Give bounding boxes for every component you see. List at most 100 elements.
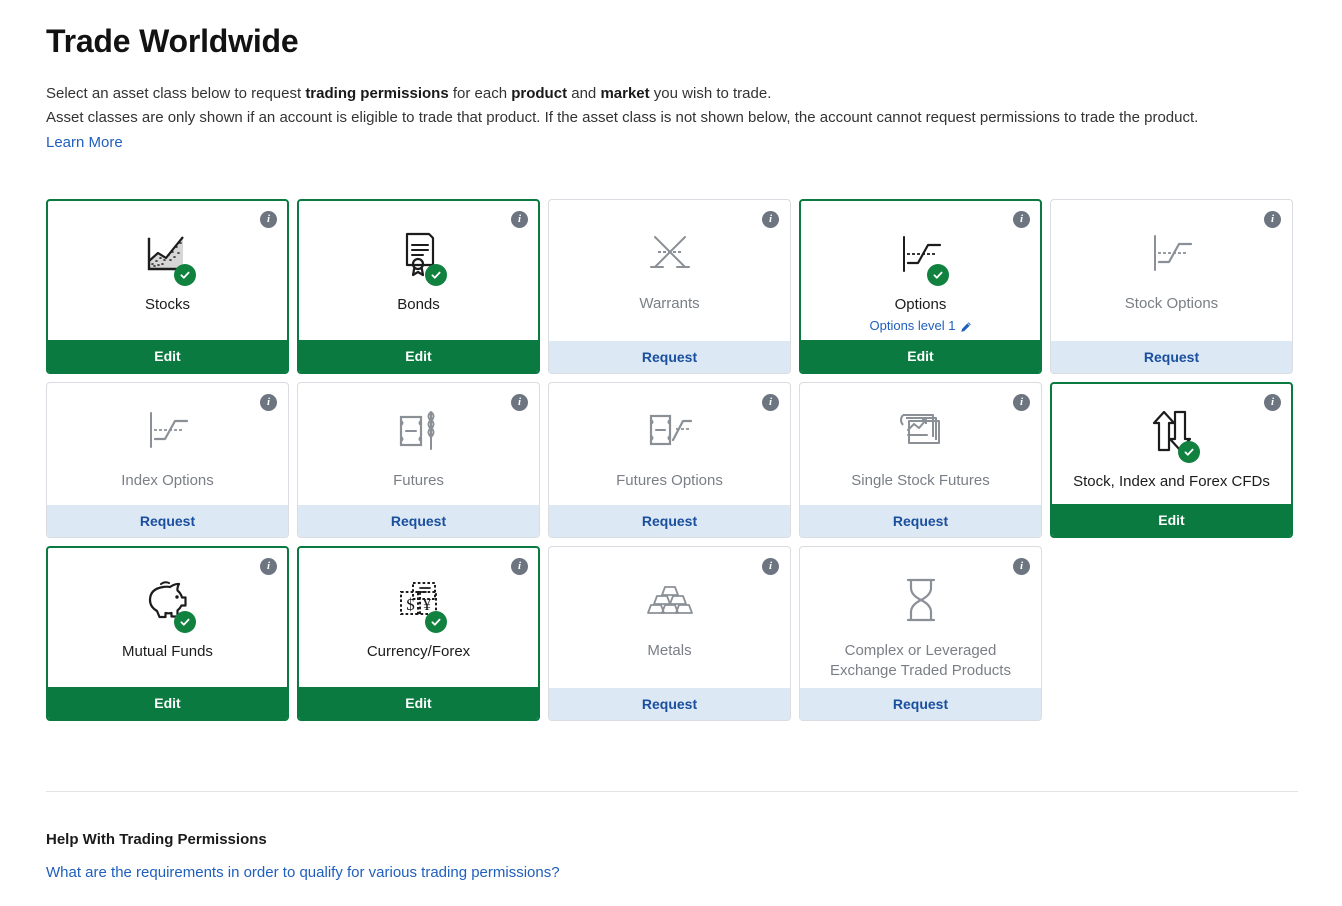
info-icon[interactable]: i xyxy=(511,211,528,229)
card-body: i Stock, Index and Forex CFDs xyxy=(1052,384,1291,504)
permission-granted-check-icon xyxy=(173,611,196,634)
request-button[interactable]: Request xyxy=(298,505,539,538)
card-label: Warrants xyxy=(639,295,700,313)
asset-class-row: i Stocks Edit i Bonds Edit i Warrants Re… xyxy=(46,199,1298,375)
info-icon[interactable]: i xyxy=(260,558,277,576)
info-icon[interactable]: i xyxy=(1013,394,1030,412)
intro-emphasis: product xyxy=(511,85,568,103)
card-body: i Futures xyxy=(298,383,539,505)
request-button[interactable]: Request xyxy=(549,505,790,538)
svg-text:$: $ xyxy=(406,595,415,614)
card-label: Complex or Leveraged Exchange Traded Pro… xyxy=(830,642,1011,680)
card-label: Options xyxy=(894,296,947,314)
learn-more-link[interactable]: Learn More xyxy=(46,131,123,155)
asset-class-card[interactable]: i Futures Options Request xyxy=(548,382,791,539)
asset-class-card[interactable]: i Stock, Index and Forex CFDs Edit xyxy=(1050,382,1293,539)
info-icon[interactable]: i xyxy=(1013,211,1030,229)
info-icon[interactable]: i xyxy=(260,211,277,229)
asset-class-card[interactable]: i $ ¥ Currency/Forex Edit xyxy=(297,546,540,722)
card-body: i Stock Options xyxy=(1051,200,1292,341)
asset-class-card[interactable]: i Futures Request xyxy=(297,382,540,539)
request-button[interactable]: Request xyxy=(800,688,1041,721)
info-icon[interactable]: i xyxy=(511,394,528,412)
banknotes-icon: $ ¥ xyxy=(390,576,448,634)
arrows-updown-icon xyxy=(1143,406,1201,464)
permission-granted-check-icon xyxy=(424,611,447,634)
card-body: i $ ¥ Currency/Forex xyxy=(299,548,538,687)
edit-button[interactable]: Edit xyxy=(48,687,287,720)
info-icon[interactable]: i xyxy=(511,558,528,576)
card-body: i Index Options xyxy=(47,383,288,505)
pencil-edit-icon[interactable] xyxy=(960,320,972,333)
help-title: Help With Trading Permissions xyxy=(46,831,267,849)
card-label: Index Options xyxy=(121,472,214,490)
asset-class-card[interactable]: i Bonds Edit xyxy=(297,199,540,375)
permission-granted-check-icon xyxy=(173,264,196,287)
card-label: Currency/Forex xyxy=(366,643,471,661)
info-icon[interactable]: i xyxy=(1013,558,1030,576)
request-button[interactable]: Request xyxy=(549,688,790,721)
intro-line-2: Asset classes are only shown if an accou… xyxy=(46,109,1199,127)
card-body: i Warrants xyxy=(549,200,790,341)
asset-class-row: i Mutual Funds Edit i $ ¥ Currency/Forex… xyxy=(46,546,1298,722)
info-icon[interactable]: i xyxy=(1264,394,1281,412)
info-icon[interactable]: i xyxy=(260,394,277,412)
card-label: Futures Options xyxy=(616,472,723,490)
barrel-payoff-icon xyxy=(641,405,699,455)
asset-class-card[interactable]: i Complex or Leveraged Exchange Traded P… xyxy=(799,546,1042,722)
request-button[interactable]: Request xyxy=(47,505,288,538)
options-payoff-icon xyxy=(1143,228,1201,278)
card-body: i Single Stock Futures xyxy=(800,383,1041,505)
edit-button[interactable]: Edit xyxy=(299,340,538,373)
page-title: Trade Worldwide xyxy=(46,23,299,59)
stacked-charts-icon xyxy=(892,405,950,455)
card-sub-label: Options level 1 xyxy=(869,318,956,334)
certificate-icon xyxy=(390,229,448,287)
card-label: Bonds xyxy=(397,296,440,314)
info-icon[interactable]: i xyxy=(762,394,779,412)
edit-button[interactable]: Edit xyxy=(48,340,287,373)
request-button[interactable]: Request xyxy=(800,505,1041,538)
intro-text: you wish to trade. xyxy=(649,85,772,103)
edit-button[interactable]: Edit xyxy=(1052,504,1291,537)
intro-emphasis: market xyxy=(600,85,650,103)
asset-class-card[interactable]: i Stocks Edit xyxy=(46,199,289,375)
info-icon[interactable]: i xyxy=(1264,211,1281,229)
permission-granted-check-icon xyxy=(926,264,949,287)
card-label: Futures xyxy=(393,472,444,490)
hourglass-icon xyxy=(892,575,950,625)
stocks-chart-icon xyxy=(139,229,197,287)
intro-text-block: Select an asset class below to request t… xyxy=(46,82,1298,155)
card-label: Single Stock Futures xyxy=(851,472,990,490)
asset-class-card[interactable]: i Metals Request xyxy=(548,546,791,722)
asset-class-card[interactable]: i Warrants Request xyxy=(548,199,791,375)
asset-class-row: i Index Options Request i Futures Reques… xyxy=(46,382,1298,539)
card-body: i Options Options level 1 xyxy=(801,201,1040,340)
info-icon[interactable]: i xyxy=(762,558,779,576)
card-label: Stock Options xyxy=(1124,295,1219,313)
info-icon[interactable]: i xyxy=(762,211,779,229)
request-button[interactable]: Request xyxy=(549,341,790,374)
asset-class-grid: i Stocks Edit i Bonds Edit i Warrants Re… xyxy=(46,199,1298,722)
request-button[interactable]: Request xyxy=(1051,341,1292,374)
barrel-wheat-icon xyxy=(390,405,448,455)
card-label: Stock, Index and Forex CFDs xyxy=(1073,473,1270,491)
card-label: Metals xyxy=(647,642,692,660)
section-divider xyxy=(46,791,1298,793)
card-body: i Metals xyxy=(549,547,790,688)
asset-class-card[interactable]: i Mutual Funds Edit xyxy=(46,546,289,722)
intro-emphasis: trading permissions xyxy=(305,85,449,103)
gold-bars-icon xyxy=(641,575,699,625)
edit-button[interactable]: Edit xyxy=(801,340,1040,373)
asset-class-card[interactable]: i Single Stock Futures Request xyxy=(799,382,1042,539)
asset-class-card[interactable]: i Index Options Request xyxy=(46,382,289,539)
card-label: Mutual Funds xyxy=(122,643,213,661)
asset-class-card[interactable]: i Stock Options Request xyxy=(1050,199,1293,375)
trade-worldwide-page: Trade Worldwide Select an asset class be… xyxy=(0,0,1342,882)
card-body: i Bonds xyxy=(299,201,538,340)
help-requirements-link[interactable]: What are the requirements in order to qu… xyxy=(46,864,560,881)
asset-class-card[interactable]: i Options Options level 1 Edit xyxy=(799,199,1042,375)
card-body: i Mutual Funds xyxy=(48,548,287,687)
edit-button[interactable]: Edit xyxy=(299,687,538,720)
card-sub-link[interactable]: Options level 1 xyxy=(870,317,972,335)
